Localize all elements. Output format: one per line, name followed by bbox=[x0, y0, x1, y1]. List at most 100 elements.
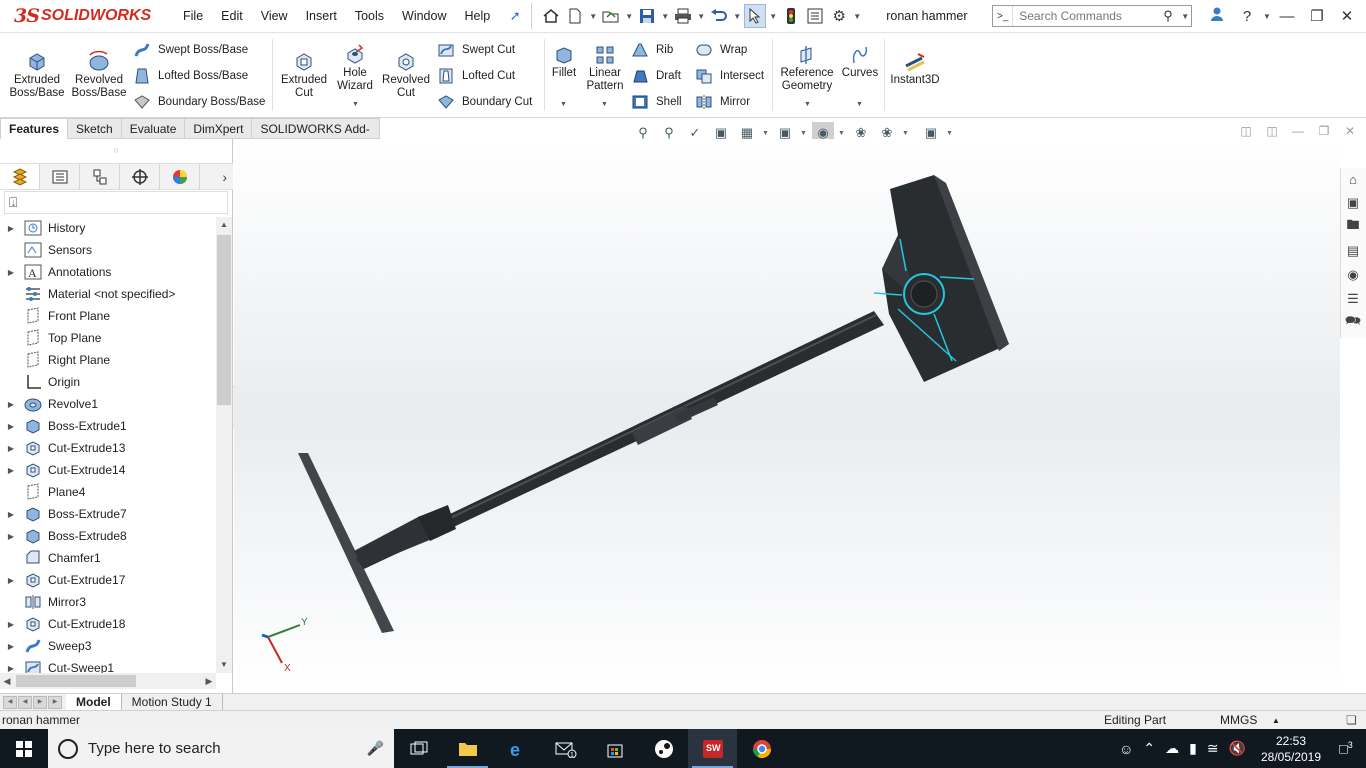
solidworks-2018-taskbar-icon[interactable]: SW bbox=[688, 729, 737, 768]
tree-horizontal-scrollbar[interactable]: ◀ ▶ bbox=[0, 673, 216, 689]
expand-arrow-icon[interactable]: ▶ bbox=[0, 268, 22, 277]
boundary-cut-button[interactable]: Boundary Cut bbox=[436, 93, 532, 111]
menu-edit[interactable]: Edit bbox=[212, 0, 252, 33]
expand-arrow-icon[interactable]: ▶ bbox=[0, 576, 22, 585]
feature-tree-node[interactable]: ▶ Revolve1 bbox=[0, 393, 216, 415]
shell-button[interactable]: Shell bbox=[630, 93, 682, 111]
pin-menu-icon[interactable]: ➚ bbox=[505, 8, 525, 24]
store-icon[interactable] bbox=[590, 729, 639, 768]
appearances-icon[interactable]: ◉ bbox=[1341, 264, 1365, 286]
tab-features[interactable]: Features bbox=[0, 118, 69, 139]
scroll-up-icon[interactable]: ▲ bbox=[216, 217, 232, 233]
mirror-button[interactable]: Mirror bbox=[694, 93, 750, 111]
annotation-dropdown-icon[interactable]: ▼ bbox=[762, 130, 770, 137]
tree-filter[interactable]: ⍗ bbox=[4, 191, 228, 214]
feature-tree-node[interactable]: Right Plane bbox=[0, 349, 216, 371]
status-units[interactable]: MMGS bbox=[1220, 713, 1257, 727]
expand-arrow-icon[interactable]: ▶ bbox=[0, 532, 22, 541]
open-dropdown-icon[interactable]: ▼ bbox=[624, 12, 634, 21]
mail-icon[interactable]: 1 bbox=[541, 729, 590, 768]
expand-arrow-icon[interactable]: ▶ bbox=[0, 466, 22, 475]
options-dropdown-icon[interactable]: ▼ bbox=[852, 12, 862, 21]
intersect-button[interactable]: Intersect bbox=[694, 67, 764, 85]
file-properties-icon[interactable] bbox=[804, 4, 826, 28]
menu-window[interactable]: Window bbox=[393, 0, 455, 33]
taskbar-clock[interactable]: 22:53 28/05/2019 bbox=[1256, 733, 1326, 765]
expand-arrow-icon[interactable]: ▶ bbox=[0, 422, 22, 431]
view-settings-dropdown-icon[interactable]: ▼ bbox=[946, 130, 954, 137]
menu-insert[interactable]: Insert bbox=[297, 0, 346, 33]
reference-geometry-dropdown-icon[interactable]: ▼ bbox=[804, 101, 811, 108]
units-dropdown-icon[interactable]: ▲ bbox=[1272, 716, 1280, 725]
tab-solidworks-addins[interactable]: SOLIDWORKS Add-Ins bbox=[252, 118, 380, 157]
file-explorer-taskbar-icon[interactable] bbox=[443, 729, 492, 768]
tab-motion-study-1[interactable]: Motion Study 1 bbox=[122, 694, 223, 710]
solidworks-logo[interactable]: 3S SOLIDWORKS bbox=[0, 0, 170, 33]
tab-evaluate[interactable]: Evaluate bbox=[121, 118, 186, 139]
next-tab-icon[interactable]: ▶ bbox=[33, 695, 47, 709]
viewport-next-icon[interactable]: ◫ bbox=[1262, 124, 1282, 138]
scroll-down-icon[interactable]: ▼ bbox=[216, 657, 232, 673]
extruded-boss-button[interactable]: Extruded Boss/Base bbox=[10, 48, 65, 100]
revolved-cut-button[interactable]: Revolved Cut bbox=[380, 48, 432, 100]
feature-tree-node[interactable]: ▶ Cut-Extrude17 bbox=[0, 569, 216, 591]
search-commands-field[interactable]: >_ Search Commands ⚲ ▼ bbox=[992, 5, 1193, 27]
file-explorer-icon[interactable]: 🖿 bbox=[1341, 216, 1365, 238]
search-dropdown-icon[interactable]: ▼ bbox=[1181, 12, 1191, 21]
expand-arrow-icon[interactable]: ▶ bbox=[0, 224, 22, 233]
windows-start-icon[interactable] bbox=[0, 729, 48, 768]
feature-tree-node[interactable]: Mirror3 bbox=[0, 591, 216, 613]
propertymanager-tab-icon[interactable] bbox=[40, 164, 80, 189]
viewport-minimize-icon[interactable]: — bbox=[1288, 124, 1308, 138]
featuremanager-tab-icon[interactable] bbox=[0, 164, 40, 189]
user-account-icon[interactable] bbox=[1202, 6, 1232, 26]
hole-wizard-button[interactable]: Hole Wizard bbox=[332, 41, 378, 93]
expand-arrow-icon[interactable]: ▶ bbox=[0, 642, 22, 651]
linear-pattern-button[interactable]: Linear Pattern bbox=[582, 41, 628, 93]
feature-tree-node[interactable]: Front Plane bbox=[0, 305, 216, 327]
extruded-cut-button[interactable]: Extruded Cut bbox=[278, 48, 330, 100]
save-icon[interactable] bbox=[636, 4, 658, 28]
expand-arrow-icon[interactable]: ▶ bbox=[0, 400, 22, 409]
lofted-cut-button[interactable]: Lofted Cut bbox=[436, 67, 515, 85]
menu-help[interactable]: Help bbox=[456, 0, 500, 33]
solidworks-forum-icon[interactable]: 🗪 bbox=[1341, 312, 1365, 334]
search-icon[interactable]: ⚲ bbox=[1163, 8, 1181, 24]
expand-arrow-icon[interactable]: ▶ bbox=[0, 444, 22, 453]
show-hidden-icons-icon[interactable]: ⌃ bbox=[1143, 740, 1155, 757]
dimxpertmanager-tab-icon[interactable] bbox=[120, 164, 160, 189]
restore-icon[interactable]: ❐ bbox=[1302, 7, 1332, 25]
fillet-dropdown-icon[interactable]: ▼ bbox=[560, 101, 567, 108]
select-dropdown-icon[interactable]: ▼ bbox=[768, 12, 778, 21]
swept-cut-button[interactable]: Swept Cut bbox=[436, 41, 515, 59]
feature-tree-node[interactable]: Sensors bbox=[0, 239, 216, 261]
pattern-dropdown-icon[interactable]: ▼ bbox=[601, 101, 608, 108]
wifi-icon[interactable]: ≅ bbox=[1207, 740, 1219, 757]
scroll-left-icon[interactable]: ◀ bbox=[0, 676, 14, 687]
curves-dropdown-icon[interactable]: ▼ bbox=[856, 101, 863, 108]
task-view-icon[interactable] bbox=[394, 729, 443, 768]
last-tab-icon[interactable]: ▶ bbox=[48, 695, 62, 709]
feature-tree-node[interactable]: Top Plane bbox=[0, 327, 216, 349]
wrap-button[interactable]: Wrap bbox=[694, 41, 747, 59]
tree-vertical-scrollbar[interactable]: ▲ ▼ bbox=[216, 217, 232, 673]
save-dropdown-icon[interactable]: ▼ bbox=[660, 12, 670, 21]
undo-dropdown-icon[interactable]: ▼ bbox=[732, 12, 742, 21]
rebuild-traffic-light-icon[interactable] bbox=[780, 4, 802, 28]
action-center-icon[interactable]: □3 bbox=[1336, 740, 1356, 757]
viewport-prev-icon[interactable]: ◫ bbox=[1236, 124, 1256, 138]
new-document-icon[interactable] bbox=[564, 4, 586, 28]
minimize-icon[interactable]: — bbox=[1272, 8, 1302, 25]
graphics-area[interactable]: Y X bbox=[234, 139, 1340, 693]
chrome-icon[interactable] bbox=[737, 729, 786, 768]
print-dropdown-icon[interactable]: ▼ bbox=[696, 12, 706, 21]
volume-icon[interactable]: 🔇 bbox=[1229, 740, 1246, 757]
microphone-icon[interactable]: 🎤 bbox=[367, 740, 384, 757]
hole-wizard-dropdown-icon[interactable]: ▼ bbox=[352, 101, 359, 108]
steam-icon[interactable] bbox=[639, 729, 688, 768]
feature-tree-node[interactable]: Origin bbox=[0, 371, 216, 393]
tabs-scroll-right-icon[interactable]: › bbox=[222, 169, 227, 185]
new-dropdown-icon[interactable]: ▼ bbox=[588, 12, 598, 21]
feature-tree-node[interactable]: Plane4 bbox=[0, 481, 216, 503]
menu-file[interactable]: File bbox=[174, 0, 212, 33]
